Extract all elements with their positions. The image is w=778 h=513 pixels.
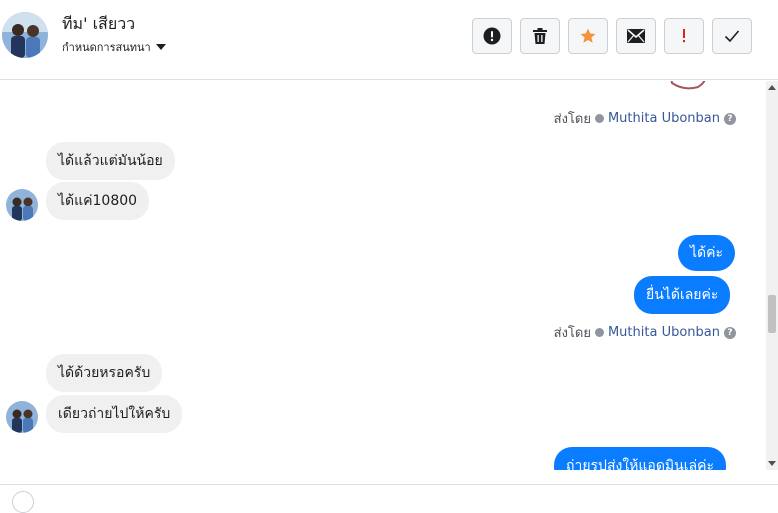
trash-icon [533,28,547,44]
conversation-settings-dropdown[interactable]: กำหนดการสนทนา [62,38,166,56]
outgoing-message[interactable]: ถ่ายรูปส่งให้แอดมินเล่ค่ะ [554,447,726,470]
incoming-message[interactable]: เดียวถ่ายไปให้ครับ [46,395,183,433]
thread-scrollbar[interactable] [766,81,778,470]
conversation-toolbar [472,18,752,54]
conversation-header: ทีม' เสียวว กำหนดการสนทนา [0,0,778,80]
done-button[interactable] [712,18,752,54]
help-icon[interactable]: ? [724,326,736,339]
checkmark-icon [724,30,740,43]
verified-icon [594,114,604,123]
contact-avatar[interactable] [2,12,48,58]
report-button[interactable] [472,18,512,54]
envelope-icon [627,29,645,43]
message-composer[interactable] [0,484,778,513]
sender-name[interactable]: Muthita Ubonban [608,111,720,126]
mail-button[interactable] [616,18,656,54]
contact-avatar-small[interactable] [6,401,38,433]
incoming-message[interactable]: ได้แค่10800 [46,182,150,220]
star-button[interactable] [568,18,608,54]
incoming-message[interactable]: ได้แล้วแต่มันน้อย [46,142,175,180]
exclamation-icon [683,29,685,43]
sent-by-line: ส่งโดย Muthita Ubonban ? [554,322,736,343]
caret-down-icon [155,44,166,50]
sent-by-label: ส่งโดย [553,326,591,341]
delete-button[interactable] [520,18,560,54]
scroll-down-arrow-icon[interactable] [768,461,776,466]
important-button[interactable] [664,18,704,54]
contact-avatar-small[interactable] [6,189,38,221]
outgoing-message[interactable]: ได้ค่ะ [678,235,736,271]
sent-by-label: ส่งโดย [553,112,591,127]
help-icon[interactable]: ? [724,112,736,125]
scroll-up-arrow-icon[interactable] [768,85,776,90]
verified-icon [594,328,604,337]
scrollbar-thumb[interactable] [768,295,776,333]
sticker-image[interactable] [658,81,710,91]
incoming-message[interactable]: ได้ด้วยหรอครับ [46,354,163,392]
sent-by-line: ส่งโดย Muthita Ubonban ? [554,108,736,129]
sender-name[interactable]: Muthita Ubonban [608,325,720,340]
contact-name[interactable]: ทีม' เสียวว [62,12,135,37]
star-icon [580,28,596,43]
outgoing-message[interactable]: ยื่นได้เลยค่ะ [634,276,731,314]
exclamation-circle-icon [483,27,501,45]
conversation-settings-label: กำหนดการสนทนา [62,41,151,54]
composer-avatar [12,491,34,513]
message-thread[interactable]: ส่งโดย Muthita Ubonban ? ได้แล้วแต่มันน้… [0,81,766,470]
